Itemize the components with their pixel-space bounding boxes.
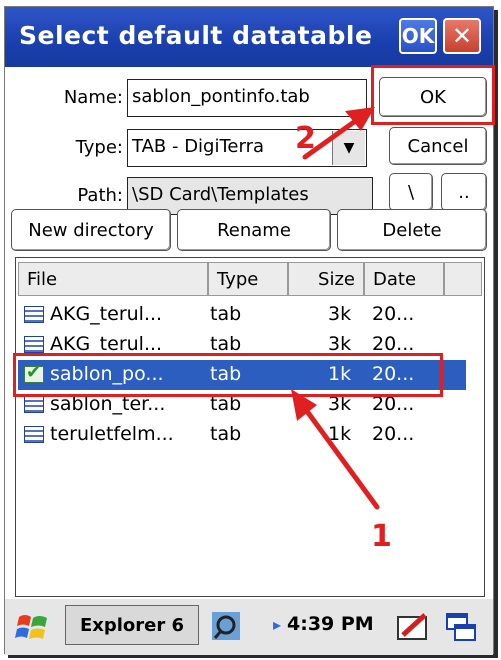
windows-start-icon[interactable] (15, 609, 51, 645)
taskbar-app-explorer[interactable]: Explorer 6 (65, 605, 199, 645)
dialog-window: Select default datatable OK ✕ Name: sabl… (4, 6, 495, 655)
arrow-2-shaft (302, 114, 364, 160)
arrow-1-shaft (298, 400, 380, 510)
windows-switch-icon[interactable] (443, 609, 479, 645)
input-panel-icon[interactable] (395, 609, 431, 645)
network-icon[interactable] (209, 609, 243, 643)
annotation-arrows (291, 107, 380, 510)
clock[interactable]: 4:39 PM (287, 613, 374, 635)
speaker-icon[interactable]: ▸ (273, 615, 281, 634)
taskbar: Explorer 6 ▸ 4:39 PM (5, 597, 493, 655)
